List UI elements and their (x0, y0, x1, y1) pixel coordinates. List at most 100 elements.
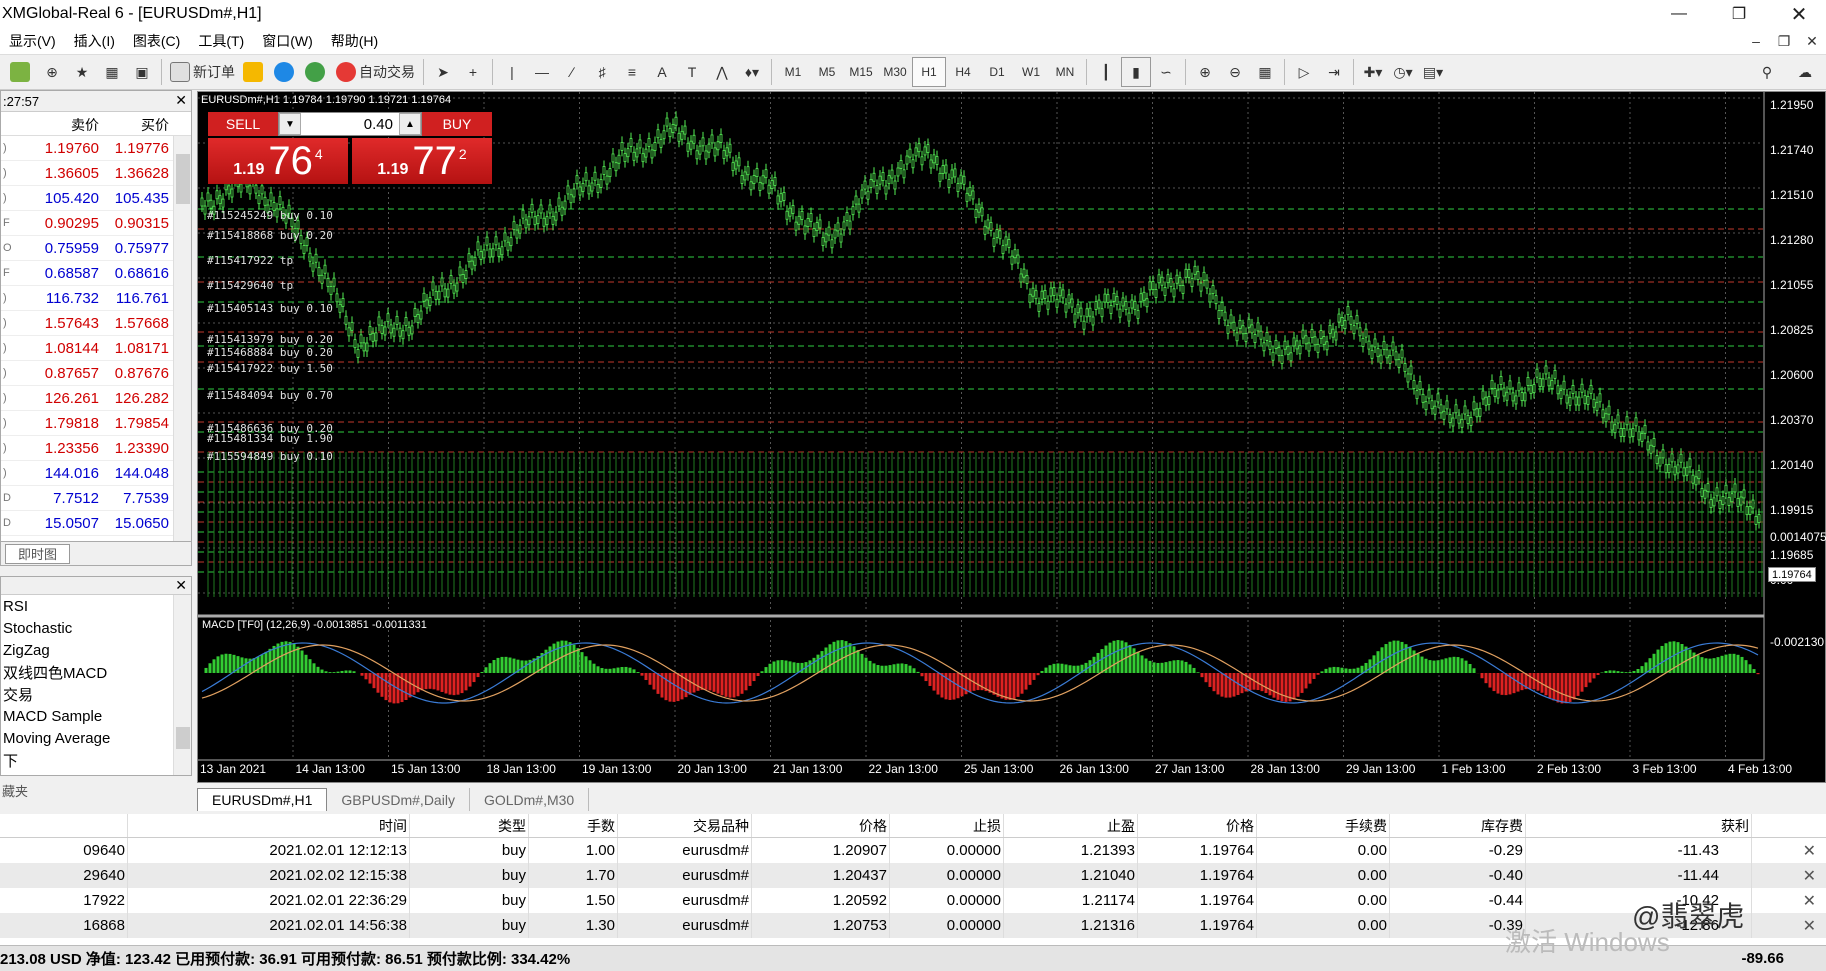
close-order-icon[interactable]: ✕ (1803, 891, 1816, 911)
column-header[interactable]: 止盈 (1004, 814, 1138, 837)
sell-price-box[interactable]: 1.19 76 4 (208, 138, 348, 184)
ask-column-header[interactable]: 买价 (99, 112, 169, 135)
tab-favorites[interactable]: 藏夹 (2, 781, 28, 800)
close-icon[interactable]: ✕ (175, 577, 187, 594)
menu-item[interactable]: 窗口(W) (253, 31, 322, 51)
navigator-item[interactable]: Stochastic (1, 617, 191, 639)
market-watch-row[interactable]: ) 116.732 116.761 (1, 286, 191, 311)
favorites-icon[interactable]: ★ (67, 57, 97, 87)
chart-window[interactable]: EURUSDm#,H1 1.19784 1.19790 1.19721 1.19… (197, 91, 1826, 783)
bar-chart-icon[interactable]: ┃ (1091, 57, 1121, 87)
new-chart-icon[interactable] (6, 57, 37, 87)
menu-item[interactable]: 显示(V) (0, 31, 65, 51)
navigator-item[interactable]: MACD Sample (1, 705, 191, 727)
mdi-close-icon[interactable]: ✕ (1798, 33, 1826, 50)
column-header[interactable]: 手续费 (1257, 814, 1390, 837)
channel-icon[interactable]: ♯ (587, 57, 617, 87)
navigator-item[interactable]: 下 (1, 749, 191, 771)
trendline-icon[interactable]: ∕ (557, 57, 587, 87)
market-watch-scrollbar[interactable] (173, 136, 191, 541)
market-watch-row[interactable]: ) 126.261 126.282 (1, 386, 191, 411)
timeframe-button[interactable]: M1 (776, 57, 810, 87)
crosshair-icon[interactable]: + (458, 57, 488, 87)
market-watch-row[interactable]: F 0.90295 0.90315 (1, 211, 191, 236)
navigator-item[interactable]: 双线四色MACD (1, 661, 191, 683)
column-header[interactable]: 价格 (752, 814, 890, 837)
signals-icon[interactable] (270, 57, 301, 87)
menu-item[interactable]: 图表(C) (124, 31, 189, 51)
zoom-out-icon[interactable]: ⊖ (1220, 57, 1250, 87)
market-watch-row[interactable]: ) 1.08144 1.08171 (1, 336, 191, 361)
timeframe-button[interactable]: M15 (844, 57, 878, 87)
market-watch-row[interactable]: ) 105.420 105.435 (1, 186, 191, 211)
close-order-icon[interactable]: ✕ (1803, 841, 1816, 861)
close-order-icon[interactable]: ✕ (1803, 866, 1816, 886)
column-header[interactable]: 时间 (128, 814, 410, 837)
metaeditor-icon[interactable] (239, 57, 270, 87)
market-watch-row[interactable]: ) 1.79818 1.79854 (1, 411, 191, 436)
market-watch-row[interactable]: ) 1.36605 1.36628 (1, 161, 191, 186)
table-row[interactable]: 17922 2021.02.01 22:36:29 buy 1.50 eurusdm# 1… (0, 888, 1826, 913)
column-header[interactable]: 获利 (1526, 814, 1752, 837)
chart-canvas[interactable] (198, 92, 1825, 782)
timeframe-button[interactable]: D1 (980, 57, 1014, 87)
navigator-item[interactable]: 交易 (1, 683, 191, 705)
shapes-dropdown-icon[interactable]: ♦▾ (737, 57, 767, 87)
line-chart-icon[interactable]: ∽ (1151, 57, 1181, 87)
mdi-minimize-icon[interactable]: – (1742, 33, 1770, 49)
globe-icon[interactable] (301, 57, 332, 87)
chart-tab[interactable]: EURUSDm#,H1 (197, 788, 328, 811)
close-icon[interactable]: ✕ (175, 92, 187, 109)
column-header[interactable]: 手数 (529, 814, 618, 837)
timeframe-button[interactable]: M5 (810, 57, 844, 87)
crosshair-profile-icon[interactable]: ⊕ (37, 57, 67, 87)
column-header[interactable] (0, 814, 128, 837)
volume-value[interactable]: 0.40 (301, 116, 399, 133)
new-order-button[interactable]: 新订单 (166, 57, 239, 87)
column-header[interactable]: 交易品种 (618, 814, 752, 837)
templates-dropdown-icon[interactable]: ▤▾ (1418, 57, 1448, 87)
cursor-icon[interactable]: ➤ (428, 57, 458, 87)
volume-up-icon[interactable]: ▲ (399, 113, 421, 135)
volume-down-icon[interactable]: ▼ (279, 113, 301, 135)
navigator-item[interactable]: ZigZag (1, 639, 191, 661)
tab-tick-chart[interactable]: 即时图 (5, 543, 71, 564)
buy-button[interactable]: BUY (422, 112, 492, 136)
market-watch-row[interactable]: ) 144.016 144.048 (1, 461, 191, 486)
strategy-tester-icon[interactable]: ▣ (127, 57, 157, 87)
indicators-dropdown-icon[interactable]: ✚▾ (1358, 57, 1388, 87)
menu-item[interactable]: 插入(I) (65, 31, 124, 51)
market-watch-row[interactable]: ) 0.87657 0.87676 (1, 361, 191, 386)
market-watch-row[interactable]: ) 1.19760 1.19776 (1, 136, 191, 161)
market-watch-row[interactable]: ) 1.57643 1.57668 (1, 311, 191, 336)
timeframe-button[interactable]: MN (1048, 57, 1082, 87)
navigator-scrollbar[interactable] (173, 595, 191, 775)
close-order-icon[interactable]: ✕ (1803, 916, 1816, 936)
market-watch-row[interactable]: F 0.68587 0.68616 (1, 261, 191, 286)
table-row[interactable]: 29640 2021.02.02 12:15:38 buy 1.70 eurusdm# 1… (0, 863, 1826, 888)
sell-button[interactable]: SELL (208, 112, 278, 136)
auto-scroll-icon[interactable]: ▷ (1289, 57, 1319, 87)
market-watch-row[interactable]: ) 1.23356 1.23390 (1, 436, 191, 461)
column-header[interactable]: 库存费 (1390, 814, 1526, 837)
timeframe-button[interactable]: H4 (946, 57, 980, 87)
chat-icon[interactable]: ☁ (1790, 57, 1820, 87)
vertical-line-icon[interactable]: | (497, 57, 527, 87)
mdi-restore-icon[interactable]: ❐ (1770, 33, 1798, 50)
text-icon[interactable]: A (647, 57, 677, 87)
close-icon[interactable]: ✕ (1776, 0, 1822, 28)
zoom-in-icon[interactable]: ⊕ (1190, 57, 1220, 87)
pitchfork-icon[interactable]: ⋀ (707, 57, 737, 87)
restore-icon[interactable]: ❐ (1716, 0, 1762, 28)
tile-windows-icon[interactable]: ▦ (1250, 57, 1280, 87)
table-row[interactable]: 09640 2021.02.01 12:12:13 buy 1.00 eurusdm# 1… (0, 838, 1826, 863)
market-watch-row[interactable]: D 15.0507 15.0650 (1, 511, 191, 536)
volume-field[interactable]: ▼ 0.40 ▲ (278, 112, 422, 136)
menu-item[interactable]: 工具(T) (189, 31, 253, 51)
periods-dropdown-icon[interactable]: ◷▾ (1388, 57, 1418, 87)
horizontal-line-icon[interactable]: — (527, 57, 557, 87)
buy-price-box[interactable]: 1.19 77 2 (352, 138, 492, 184)
chart-shift-icon[interactable]: ⇥ (1319, 57, 1349, 87)
auto-trading-button[interactable]: 自动交易 (332, 57, 419, 87)
column-header[interactable]: 价格 (1138, 814, 1257, 837)
